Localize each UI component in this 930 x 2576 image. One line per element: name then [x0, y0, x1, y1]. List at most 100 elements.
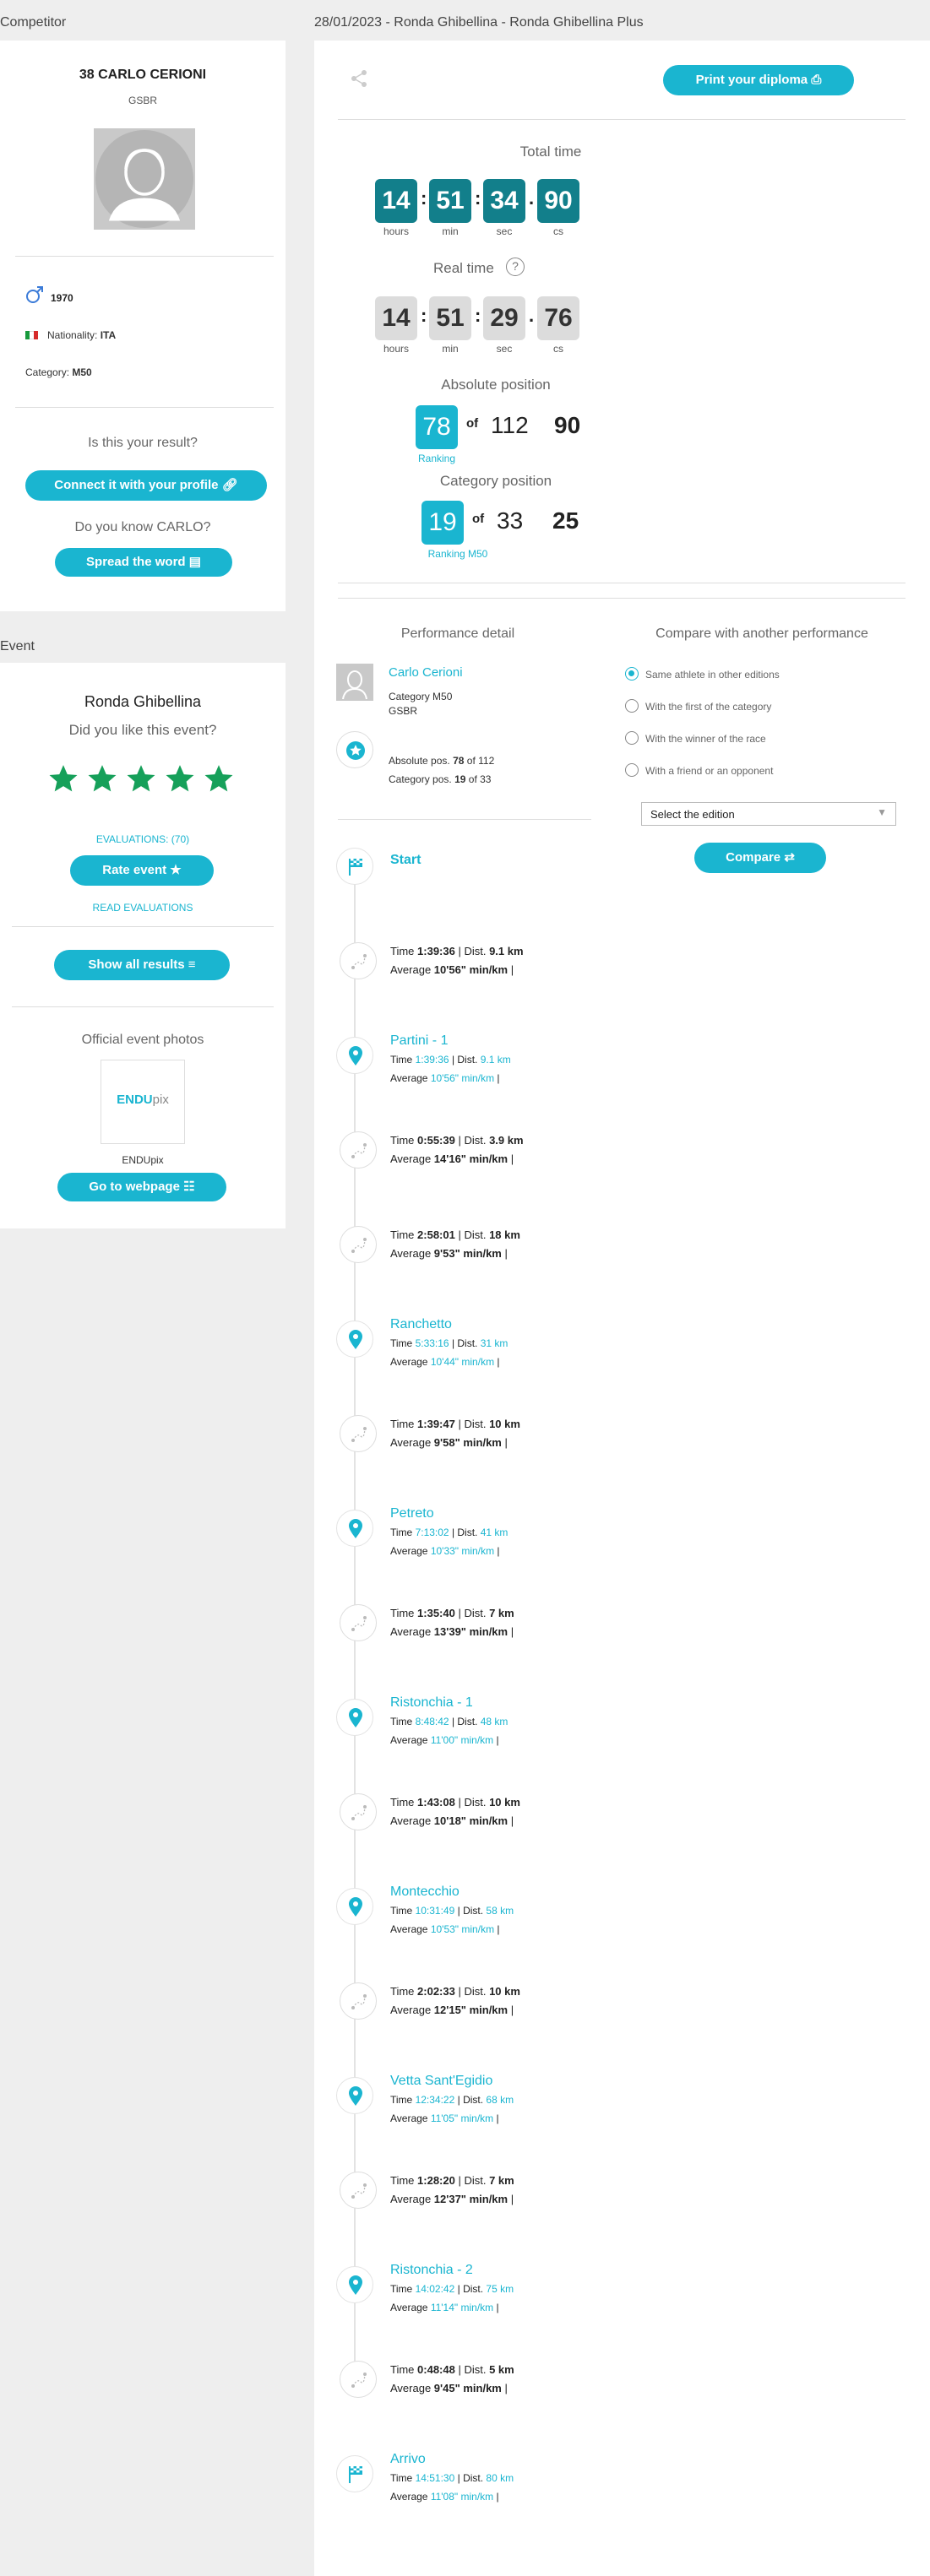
star-icon[interactable]: [86, 762, 118, 794]
star-icon[interactable]: [125, 762, 157, 794]
cat-pos-of: of 33: [468, 773, 492, 785]
checkpoint-pin-icon: [336, 2266, 373, 2303]
checkpoint-name[interactable]: Ranchetto: [390, 1317, 452, 1332]
compare-option-radio[interactable]: [625, 667, 639, 681]
checkpoint-distance: 41 km: [480, 1527, 509, 1538]
time-separator: .: [529, 187, 535, 209]
spread-the-word-button[interactable]: Spread the word ▤: [55, 548, 232, 577]
compare-option-radio[interactable]: [625, 731, 639, 745]
show-all-results-button[interactable]: Show all results ≡: [54, 950, 230, 980]
avatar: [94, 128, 195, 230]
know-athlete-question: Do you know CARLO?: [74, 520, 211, 534]
endupix-brand-a: ENDU: [117, 1093, 153, 1107]
read-evaluations-link[interactable]: READ EVALUATIONS: [0, 902, 286, 914]
endupix-caption: ENDUpix: [122, 1154, 164, 1166]
spread-label: Spread the word: [86, 555, 186, 569]
checkpoint-time: 14:02:42: [415, 2283, 455, 2295]
category-label: Category:: [25, 366, 70, 378]
avatar-placeholder-icon: [95, 130, 193, 228]
checkpoint-distance: 58 km: [486, 1905, 514, 1917]
checkpoint-name[interactable]: Petreto: [390, 1506, 434, 1521]
checkpoint-name[interactable]: Ristonchia - 2: [390, 2263, 473, 2278]
checkpoint-name[interactable]: Montecchio: [390, 1885, 460, 1900]
real-centiseconds: 76: [537, 296, 579, 340]
absolute-position-extra: 90: [554, 412, 581, 438]
compare-option-label[interactable]: With the first of the category: [645, 701, 771, 713]
segment-average: 9'58" min/km: [433, 1436, 502, 1449]
link-icon: 🔗︎: [221, 478, 238, 492]
segment-distance: 9.1 km: [489, 945, 524, 957]
edition-select[interactable]: Select the edition ▼: [641, 802, 896, 826]
share-icon[interactable]: [350, 69, 368, 88]
nationality: Nationality: ITA: [47, 329, 116, 341]
time-separator: :: [421, 187, 427, 209]
checkpoint-pin-icon: [336, 1321, 373, 1358]
compare-option-label[interactable]: Same athlete in other editions: [645, 669, 780, 681]
checkpoint-average: 11'05" min/km: [430, 2112, 494, 2124]
evaluations-count-link[interactable]: EVALUATIONS: (70): [0, 833, 286, 845]
checkpoint-pin-icon: [336, 1888, 373, 1925]
start-flag-icon: [336, 848, 373, 885]
checkpoint-name[interactable]: Ristonchia - 1: [390, 1695, 473, 1711]
abs-pos-of: of 112: [466, 755, 495, 767]
star-small-icon: ★: [170, 863, 182, 877]
endupix-logo[interactable]: ENDUpix: [101, 1060, 185, 1144]
rate-event-button[interactable]: Rate event ★: [70, 855, 214, 886]
finish-name[interactable]: Arrivo: [390, 2452, 426, 2467]
ranking-link[interactable]: Ranking: [394, 453, 479, 464]
unit-label: min: [442, 343, 459, 355]
star-icon[interactable]: [164, 762, 196, 794]
segment-distance: 10 km: [489, 1418, 520, 1430]
segment-time: 1:43:08: [417, 1796, 455, 1809]
compare-button[interactable]: Compare ⇄: [694, 843, 826, 873]
performance-category: Category M50: [389, 691, 453, 702]
segment-route-icon: [340, 1604, 377, 1641]
athlete-name-link[interactable]: Carlo Cerioni: [389, 665, 463, 680]
segment-time: 2:02:33: [417, 1985, 455, 1998]
birth-year: 1970: [51, 292, 73, 304]
nationality-value: ITA: [100, 329, 117, 341]
divider: [15, 256, 274, 257]
checkpoint-name[interactable]: Vetta Sant'Egidio: [390, 2074, 492, 2089]
time-separator: :: [475, 305, 481, 326]
go-to-webpage-button[interactable]: Go to webpage ☷: [57, 1173, 226, 1201]
star-rating[interactable]: [47, 762, 242, 796]
segment-distance: 7 km: [489, 1607, 514, 1619]
connect-profile-button[interactable]: Connect it with your profile 🔗︎: [25, 470, 267, 501]
category-position-value: 19: [421, 501, 464, 545]
help-icon[interactable]: ?: [506, 258, 525, 276]
athlete-name: 38 CARLO CERIONI: [79, 68, 207, 82]
event-result-header: 28/01/2023 - Ronda Ghibellina - Ronda Gh…: [314, 15, 644, 30]
total-centiseconds: 90: [537, 179, 579, 223]
checkpoint-distance: 75 km: [486, 2283, 514, 2295]
print-diploma-button[interactable]: Print your diploma ⎙: [663, 65, 854, 95]
ranking-category-link[interactable]: Ranking M50: [394, 548, 521, 560]
compare-option-radio[interactable]: [625, 699, 639, 713]
event-name: Ronda Ghibellina: [84, 693, 202, 710]
segment-time: 1:35:40: [417, 1607, 455, 1619]
total-seconds: 34: [483, 179, 525, 223]
segment-route-icon: [340, 1415, 377, 1452]
checkpoint-distance: 80 km: [486, 2472, 514, 2484]
segment-route-icon: [340, 2172, 377, 2209]
segment-route-icon: [340, 1131, 377, 1169]
checkpoint-name[interactable]: Partini - 1: [390, 1033, 448, 1049]
segment-route-icon: [340, 1982, 377, 2020]
checkpoint-average: 10'56" min/km: [430, 1072, 495, 1084]
checkpoint-detail: Time 5:33:16 | Dist. 31 km Average 10'44"…: [390, 1337, 509, 1368]
compare-option-radio[interactable]: [625, 763, 639, 777]
compare-option-label[interactable]: With the winner of the race: [645, 733, 766, 745]
segment-average: 12'15" min/km: [433, 2004, 509, 2016]
list-icon: ≡: [188, 957, 196, 972]
compare-option-label[interactable]: With a friend or an opponent: [645, 765, 773, 777]
checkpoint-average: 10'33" min/km: [430, 1545, 495, 1557]
star-icon[interactable]: [203, 762, 235, 794]
absolute-position-total: 112: [491, 412, 529, 438]
star-icon[interactable]: [47, 762, 79, 794]
segment-route-icon: [340, 942, 377, 979]
print-label: Print your diploma: [695, 73, 808, 87]
swap-icon: ⇄: [784, 850, 795, 865]
segment-average: 13'39" min/km: [433, 1625, 509, 1638]
category-position-extra: 25: [552, 507, 579, 534]
segment-route-icon: [340, 2361, 377, 2398]
